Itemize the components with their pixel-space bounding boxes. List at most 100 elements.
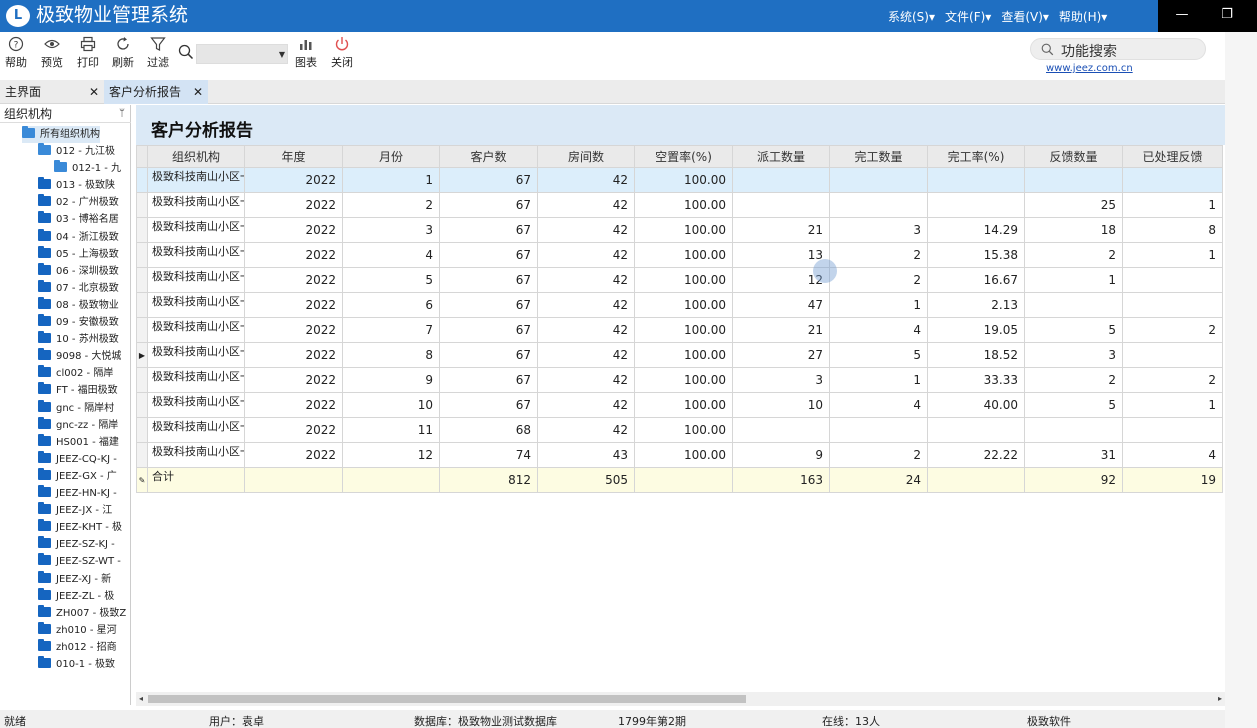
table-cell: 16.67 <box>927 267 1025 293</box>
tree-node[interactable]: 05 - 上海极致 <box>38 245 119 263</box>
tree-node[interactable]: HS001 - 福建 <box>38 433 119 451</box>
table-cell: 15.38 <box>927 242 1025 268</box>
tree-node[interactable]: 所有组织机构 <box>22 126 100 143</box>
website-link[interactable]: www.jeez.com.cn <box>1046 63 1133 74</box>
help-button[interactable]: ? 帮助 <box>5 36 27 70</box>
column-header[interactable]: 已处理反馈 <box>1122 145 1223 168</box>
column-header[interactable]: 组织机构 <box>147 145 245 168</box>
pin-icon[interactable]: ᛘ <box>119 105 125 123</box>
function-search-input[interactable]: 功能搜索 <box>1030 38 1206 60</box>
tree-node[interactable]: JEEZ-SZ-KJ - <box>38 536 115 553</box>
tree-node[interactable]: 06 - 深圳极致 <box>38 262 119 280</box>
table-cell <box>927 417 1025 443</box>
tree-node[interactable]: JEEZ-SZ-WT - <box>38 553 121 570</box>
horizontal-scrollbar[interactable]: ◂ ▸ <box>136 692 1225 706</box>
column-header[interactable]: 年度 <box>244 145 343 168</box>
chart-button[interactable]: 图表 <box>295 36 317 70</box>
menu-system[interactable]: 系统(S)▾ <box>888 8 935 25</box>
scroll-right-icon[interactable]: ▸ <box>1218 694 1222 703</box>
table-row[interactable]: 极致科技南山小区一期202276742100.0021419.0552 <box>136 317 1223 343</box>
scroll-left-icon[interactable]: ◂ <box>139 694 143 703</box>
tree-node[interactable]: gnc - 隔岸村 <box>38 399 114 417</box>
table-cell: 极致科技南山小区一期 <box>147 367 245 393</box>
tree-node[interactable]: 10 - 苏州极致 <box>38 331 119 348</box>
table-row[interactable]: 极致科技南山小区一期202266742100.004712.13 <box>136 292 1223 318</box>
tree-node[interactable]: 04 - 浙江极致 <box>38 228 119 246</box>
tree-node[interactable]: cl002 - 隔岸 <box>38 365 113 382</box>
column-header[interactable]: 完工数量 <box>829 145 928 168</box>
print-button[interactable]: 打印 <box>77 36 99 70</box>
table-row[interactable]: 极致科技南山小区一期2022127443100.009222.22314 <box>136 442 1223 468</box>
tree-node[interactable]: JEEZ-JX - 江 <box>38 502 112 519</box>
column-header[interactable]: 空置率(%) <box>634 145 733 168</box>
search-icon <box>178 44 194 60</box>
minimize-button[interactable]: — <box>1175 8 1189 22</box>
table-cell: 3 <box>342 217 440 243</box>
search-combo[interactable]: ▼ <box>196 44 288 64</box>
table-row[interactable]: 极致科技南山小区一期202226742100.00 251 <box>136 192 1223 218</box>
org-tree-title: 组织机构 <box>4 107 53 121</box>
table-row[interactable]: 极致科技南山小区一期202296742100.003133.3322 <box>136 367 1223 393</box>
tree-node[interactable]: 9098 - 大悦城 <box>38 348 121 365</box>
tab-main[interactable]: 主界面 ✕ <box>0 80 104 104</box>
table-row[interactable]: 极致科技南山小区一期2022116842100.00 <box>136 417 1223 443</box>
table-row[interactable]: ▶极致科技南山小区一期202286742100.0027518.523 <box>136 342 1223 368</box>
preview-button[interactable]: 预览 <box>41 36 63 70</box>
table-row[interactable]: 极致科技南山小区一期202236742100.0021314.29188 <box>136 217 1223 243</box>
menu-help[interactable]: 帮助(H)▾ <box>1059 8 1107 25</box>
close-icon[interactable]: ✕ <box>89 80 99 104</box>
tree-node[interactable]: FT - 福田极致 <box>38 382 118 399</box>
tree-node[interactable]: 012 - 九江极 <box>38 143 115 160</box>
tree-node[interactable]: 012-1 - 九 <box>54 160 121 177</box>
tree-node[interactable]: ZH007 - 极致Z <box>38 604 126 622</box>
table-cell: 2 <box>829 442 928 468</box>
column-header[interactable]: 房间数 <box>537 145 635 168</box>
table-cell <box>1024 167 1123 193</box>
tab-customer-report-label: 客户分析报告 <box>109 85 182 99</box>
table-cell <box>1122 417 1223 443</box>
tree-node[interactable]: zh010 - 星河 <box>38 621 117 639</box>
menu-view[interactable]: 查看(V)▾ <box>1001 8 1049 25</box>
column-header[interactable]: 客户数 <box>439 145 538 168</box>
tree-node[interactable]: JEEZ-HN-KJ - <box>38 485 117 502</box>
table-row[interactable]: 极致科技南山小区一期202256742100.0012216.671 <box>136 267 1223 293</box>
tree-node[interactable]: 010-1 - 极致 <box>38 656 115 673</box>
printer-icon <box>80 36 96 52</box>
row-indicator <box>136 217 148 243</box>
tree-node[interactable]: JEEZ-ZL - 极 <box>38 587 114 605</box>
table-cell: 92 <box>1024 467 1123 493</box>
tree-node[interactable]: 02 - 广州极致 <box>38 194 119 211</box>
tree-node[interactable]: zh012 - 招商 <box>38 638 117 656</box>
table-row[interactable]: 极致科技南山小区一期202216742100.00 <box>136 167 1223 193</box>
folder-icon <box>38 245 51 258</box>
total-row[interactable]: ✎ 合计 812 505 163 24 92 19 <box>136 467 1223 493</box>
chevron-down-icon[interactable]: ▼ <box>279 50 285 59</box>
close-icon[interactable]: ✕ <box>193 80 203 104</box>
close-button[interactable]: 关闭 <box>331 36 353 70</box>
menu-file[interactable]: 文件(F)▾ <box>945 8 991 25</box>
tree-node[interactable]: JEEZ-CQ-KJ - <box>38 450 117 468</box>
table-cell: 2 <box>1122 367 1223 393</box>
tree-node[interactable]: JEEZ-XJ - 新 <box>38 570 111 588</box>
column-header[interactable]: 完工率(%) <box>927 145 1025 168</box>
table-row[interactable]: 极致科技南山小区一期202246742100.0013215.3821 <box>136 242 1223 268</box>
tree-node[interactable]: 07 - 北京极致 <box>38 279 119 297</box>
restore-button[interactable]: ❐ <box>1220 8 1234 22</box>
folder-icon <box>38 399 51 412</box>
tree-node[interactable]: gnc-zz - 隔岸 <box>38 416 118 434</box>
tab-customer-report[interactable]: 客户分析报告 ✕ <box>104 80 208 104</box>
scrollbar-thumb[interactable] <box>148 695 746 703</box>
tree-node[interactable]: 09 - 安徽极致 <box>38 314 119 331</box>
filter-button[interactable]: 过滤 <box>147 36 169 70</box>
tree-node[interactable]: JEEZ-KHT - 极 <box>38 519 122 536</box>
table-row[interactable]: 极致科技南山小区一期2022106742100.0010440.0051 <box>136 392 1223 418</box>
tree-node[interactable]: 08 - 极致物业 <box>38 296 119 314</box>
column-header[interactable]: 月份 <box>342 145 440 168</box>
column-header[interactable]: 派工数量 <box>732 145 830 168</box>
folder-icon <box>38 365 51 378</box>
column-header[interactable]: 反馈数量 <box>1024 145 1123 168</box>
tree-node[interactable]: JEEZ-GX - 广 <box>38 467 117 485</box>
refresh-button[interactable]: 刷新 <box>112 36 134 70</box>
tree-node[interactable]: 013 - 极致陕 <box>38 177 115 194</box>
tree-node[interactable]: 03 - 博裕名居 <box>38 211 119 228</box>
